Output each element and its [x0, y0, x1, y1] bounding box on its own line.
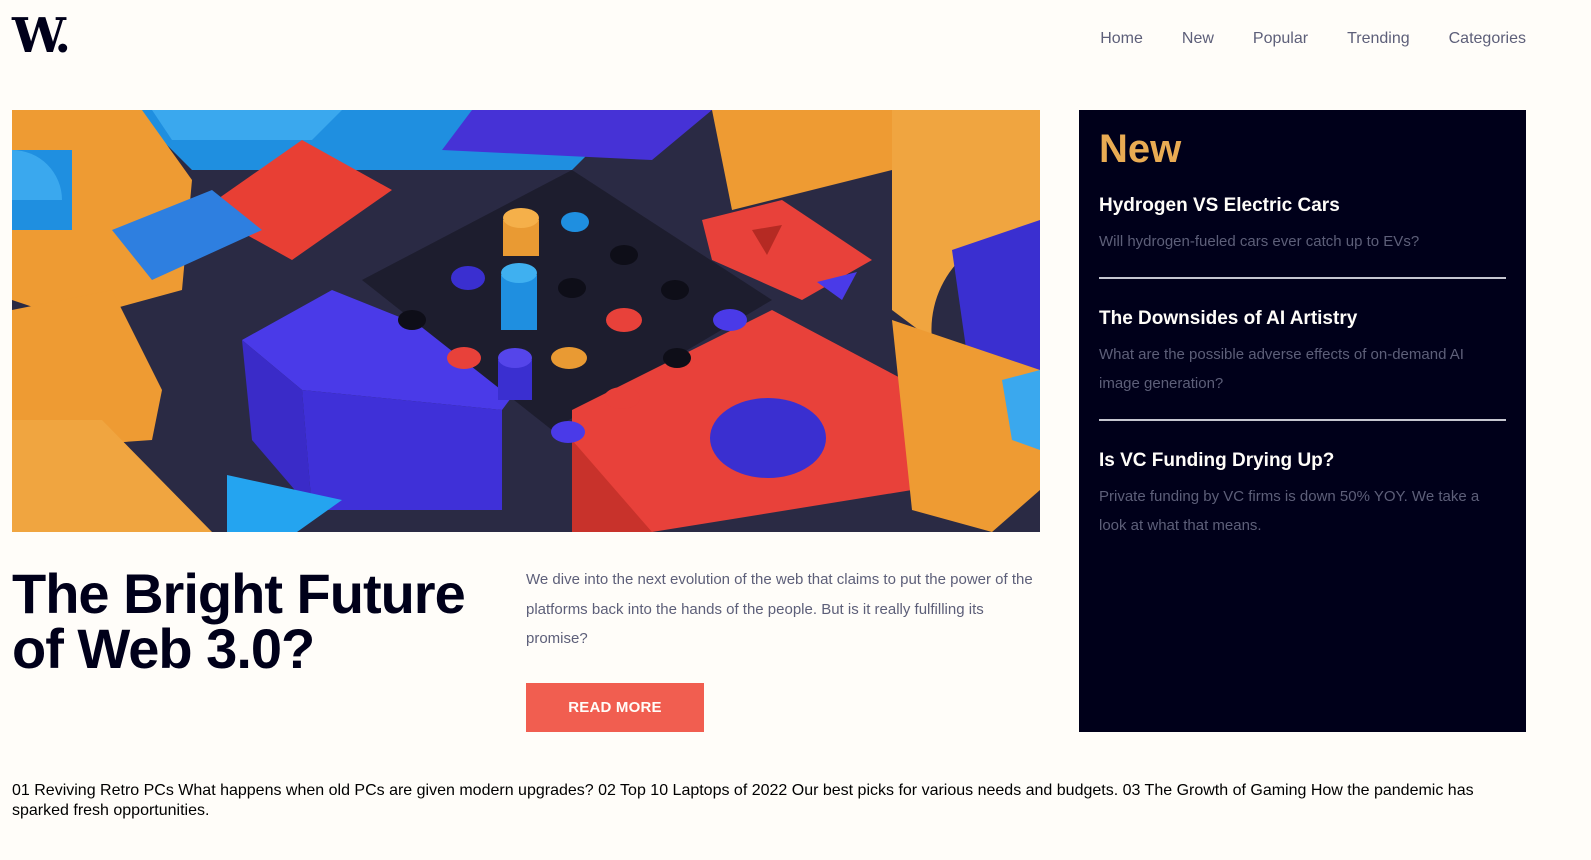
hero-image-blocks	[12, 110, 1040, 532]
new-articles-panel: New Hydrogen VS Electric Cars Will hydro…	[1079, 110, 1526, 732]
article-description: We dive into the next evolution of the w…	[526, 571, 1033, 647]
new-article-summary: Private funding by VC firms is down 50% …	[1099, 487, 1480, 535]
nav-link-popular[interactable]: Popular	[1253, 29, 1308, 49]
new-article-item[interactable]: The Downsides of AI Artistry What are th…	[1099, 307, 1506, 399]
new-article-title[interactable]: The Downsides of AI Artistry	[1099, 307, 1506, 331]
nav-link-trending[interactable]: Trending	[1347, 29, 1410, 49]
new-article-summary: What are the possible adverse effects of…	[1099, 345, 1464, 393]
new-article-title[interactable]: Hydrogen VS Electric Cars	[1099, 194, 1506, 218]
nav-link-categories[interactable]: Categories	[1449, 29, 1526, 49]
article-title: The Bright Future of Web 3.0?	[12, 562, 466, 680]
new-article-title[interactable]: Is VC Funding Drying Up?	[1099, 449, 1506, 473]
site-logo[interactable]: W.	[12, 10, 71, 62]
nav-link-new[interactable]: New	[1182, 29, 1214, 49]
new-article-summary: Will hydrogen-fueled cars ever catch up …	[1099, 233, 1420, 250]
new-article-item[interactable]: Hydrogen VS Electric Cars Will hydrogen-…	[1099, 194, 1506, 257]
read-more-button[interactable]: Read more	[526, 683, 704, 732]
hero-image	[12, 110, 1040, 532]
new-article-item[interactable]: Is VC Funding Drying Up? Private funding…	[1099, 449, 1506, 541]
divider	[1099, 276, 1506, 279]
new-panel-heading: New	[1099, 127, 1182, 171]
nav-link-home[interactable]: Home	[1100, 29, 1143, 49]
main-nav: Home New Popular Trending Categories	[1100, 29, 1526, 49]
divider	[1099, 418, 1506, 421]
numbered-articles-list: 01 Reviving Retro PCs What happens when …	[12, 782, 1474, 819]
